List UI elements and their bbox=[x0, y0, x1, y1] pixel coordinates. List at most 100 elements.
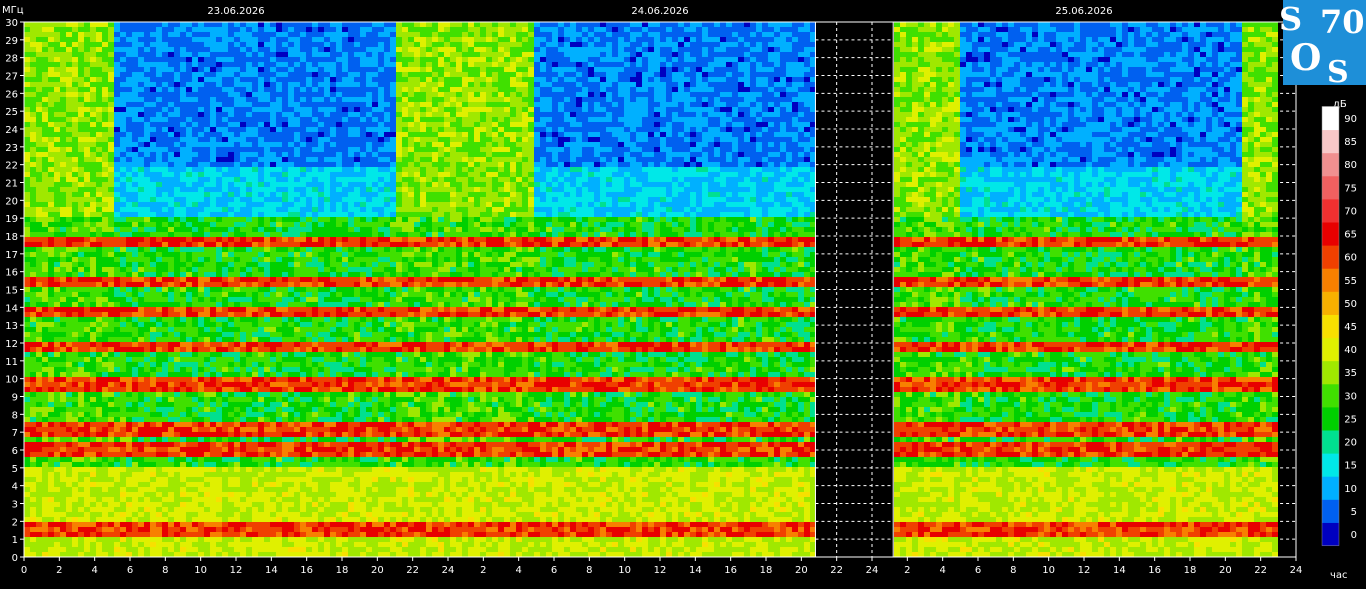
heatmap-cell bbox=[60, 322, 66, 327]
heatmap-cell bbox=[252, 237, 258, 242]
heatmap-cell bbox=[36, 162, 42, 167]
heatmap-cell bbox=[186, 397, 192, 402]
heatmap-cell bbox=[90, 197, 96, 202]
heatmap-cell bbox=[54, 202, 60, 207]
heatmap-cell bbox=[276, 22, 282, 27]
heatmap-cell bbox=[30, 27, 36, 32]
heatmap-cell bbox=[30, 517, 36, 522]
heatmap-cell bbox=[66, 482, 72, 487]
heatmap-cell bbox=[168, 137, 174, 142]
heatmap-cell bbox=[270, 232, 276, 237]
heatmap-cell bbox=[72, 102, 78, 107]
heatmap-cell bbox=[186, 377, 192, 382]
heatmap-cell bbox=[246, 377, 252, 382]
heatmap-cell bbox=[96, 87, 102, 92]
heatmap-cell bbox=[282, 77, 288, 82]
heatmap-cell bbox=[186, 412, 192, 417]
heatmap-cell bbox=[96, 77, 102, 82]
heatmap-cell bbox=[132, 152, 138, 157]
heatmap-cell bbox=[54, 127, 60, 132]
heatmap-cell bbox=[264, 262, 270, 267]
heatmap-cell bbox=[192, 357, 198, 362]
heatmap-cell bbox=[210, 462, 216, 467]
heatmap-cell bbox=[258, 87, 264, 92]
heatmap-cell bbox=[216, 192, 222, 197]
heatmap-cell bbox=[300, 152, 306, 157]
heatmap-cell bbox=[258, 267, 264, 272]
heatmap-cell bbox=[102, 272, 108, 277]
heatmap-cell bbox=[102, 142, 108, 147]
heatmap-cell bbox=[84, 437, 90, 442]
heatmap-cell bbox=[72, 217, 78, 222]
heatmap-cell bbox=[246, 112, 252, 117]
heatmap-cell bbox=[258, 127, 264, 132]
heatmap-cell bbox=[78, 267, 84, 272]
heatmap-cell bbox=[204, 477, 210, 482]
heatmap-cell bbox=[264, 312, 270, 317]
heatmap-cell bbox=[30, 467, 36, 472]
heatmap-cell bbox=[258, 142, 264, 147]
heatmap-cell bbox=[84, 112, 90, 117]
heatmap-cell bbox=[192, 317, 198, 322]
heatmap-cell bbox=[150, 517, 156, 522]
heatmap-cell bbox=[108, 412, 114, 417]
heatmap-cell bbox=[42, 507, 48, 512]
heatmap-cell bbox=[42, 57, 48, 62]
heatmap-cell bbox=[210, 432, 216, 437]
heatmap-cell bbox=[204, 462, 210, 467]
heatmap-cell bbox=[258, 537, 264, 542]
heatmap-cell bbox=[114, 497, 120, 502]
heatmap-cell bbox=[240, 157, 246, 162]
heatmap-cell bbox=[168, 357, 174, 362]
heatmap-cell bbox=[222, 452, 228, 457]
heatmap-cell bbox=[288, 267, 294, 272]
heatmap-cell bbox=[126, 407, 132, 412]
heatmap-cell bbox=[186, 27, 192, 32]
heatmap-cell bbox=[30, 247, 36, 252]
heatmap-cell bbox=[108, 112, 114, 117]
heatmap-cell bbox=[30, 357, 36, 362]
heatmap-cell bbox=[42, 127, 48, 132]
heatmap-cell bbox=[180, 532, 186, 537]
heatmap-cell bbox=[258, 157, 264, 162]
heatmap-cell bbox=[108, 252, 114, 257]
heatmap-cell bbox=[204, 292, 210, 297]
heatmap-cell bbox=[234, 407, 240, 412]
heatmap-cell bbox=[96, 272, 102, 277]
heatmap-cell bbox=[174, 357, 180, 362]
heatmap-cell bbox=[210, 52, 216, 57]
heatmap-cell bbox=[30, 42, 36, 47]
heatmap-cell bbox=[252, 427, 258, 432]
heatmap-cell bbox=[24, 392, 30, 397]
heatmap-cell bbox=[60, 347, 66, 352]
heatmap-cell bbox=[234, 387, 240, 392]
heatmap-cell bbox=[60, 302, 66, 307]
heatmap-cell bbox=[126, 102, 132, 107]
heatmap-cell bbox=[96, 282, 102, 287]
heatmap-cell bbox=[198, 552, 204, 557]
heatmap-cell bbox=[174, 502, 180, 507]
heatmap-cell bbox=[24, 402, 30, 407]
heatmap-cell bbox=[42, 82, 48, 87]
heatmap-cell bbox=[54, 327, 60, 332]
heatmap-cell bbox=[264, 332, 270, 337]
heatmap-cell bbox=[222, 27, 228, 32]
heatmap-cell bbox=[54, 287, 60, 292]
heatmap-cell bbox=[102, 342, 108, 347]
heatmap-cell bbox=[96, 162, 102, 167]
heatmap-cell bbox=[282, 222, 288, 227]
heatmap-cell bbox=[282, 512, 288, 517]
heatmap-cell bbox=[138, 522, 144, 527]
heatmap-cell bbox=[126, 197, 132, 202]
heatmap-cell bbox=[54, 372, 60, 377]
heatmap-cell bbox=[48, 277, 54, 282]
heatmap-cell bbox=[114, 27, 120, 32]
heatmap-cell bbox=[246, 257, 252, 262]
heatmap-cell bbox=[216, 82, 222, 87]
heatmap-cell bbox=[228, 517, 234, 522]
heatmap-cell bbox=[258, 407, 264, 412]
heatmap-cell bbox=[84, 442, 90, 447]
heatmap-cell bbox=[240, 532, 246, 537]
heatmap-cell bbox=[138, 537, 144, 542]
heatmap-cell bbox=[258, 147, 264, 152]
